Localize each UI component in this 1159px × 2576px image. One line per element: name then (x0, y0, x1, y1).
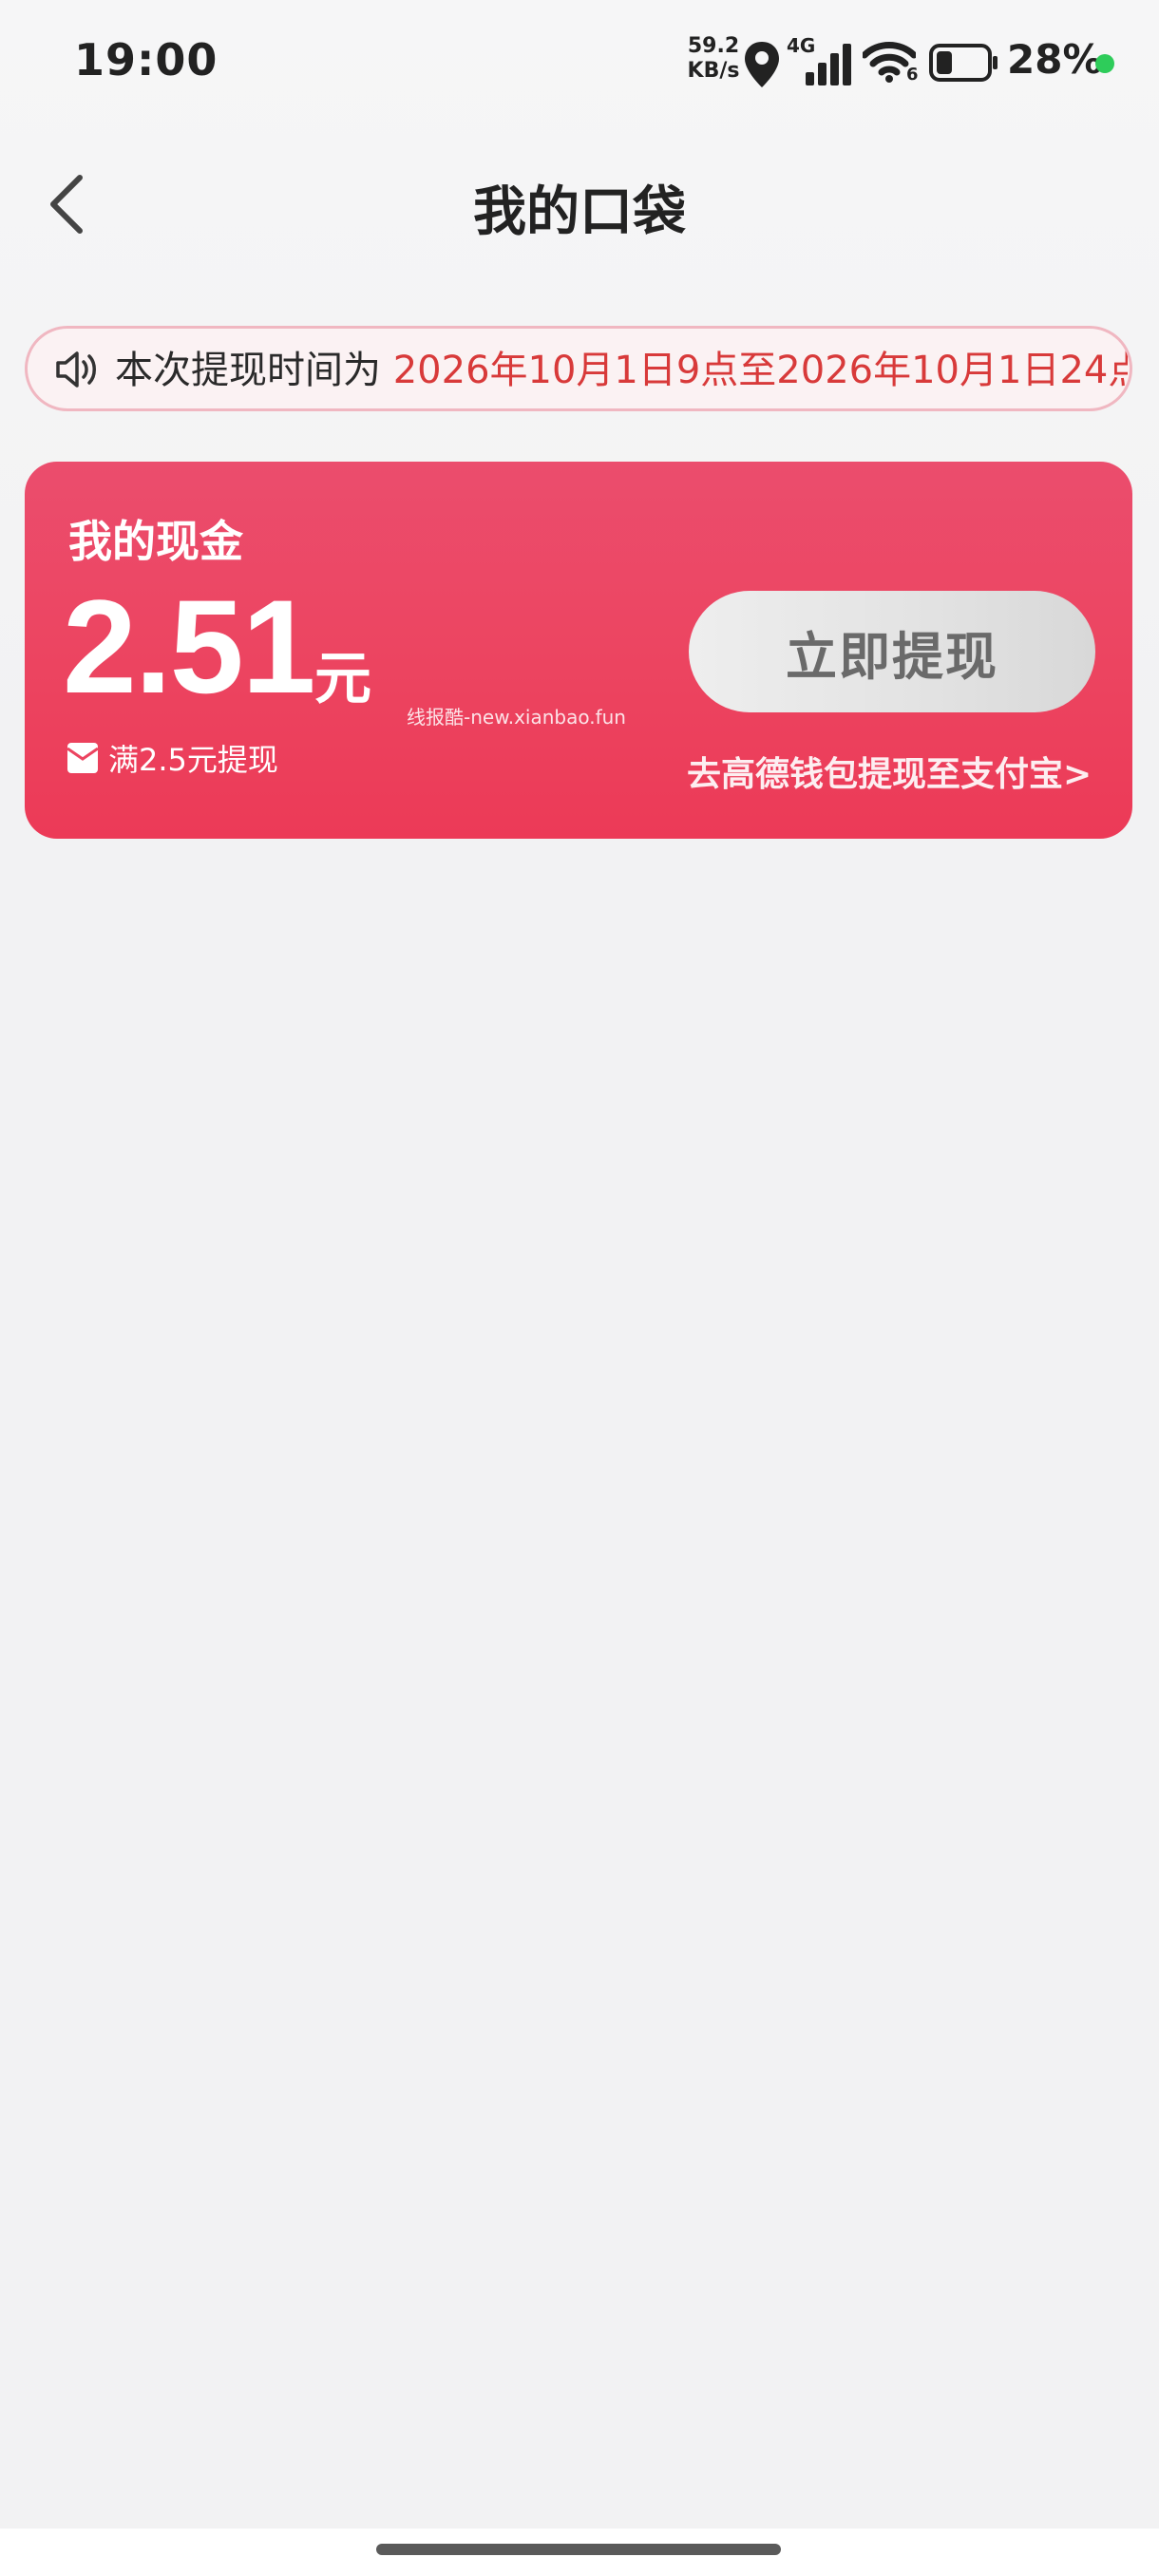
min-withdraw-text: 满2.5元提现 (108, 742, 278, 778)
network-speed: 59.2 KB/s (680, 34, 747, 84)
network-speed-value: 59.2 (687, 34, 740, 58)
cash-unit: 元 (314, 646, 371, 712)
red-envelope-icon (66, 743, 99, 773)
cash-card: 我的现金 2.51 元 线报酷-new.xianbao.fun 满2.5元提现 … (25, 462, 1132, 839)
cell-signal: 4G (787, 34, 855, 87)
min-withdraw-hint: 满2.5元提现 (66, 737, 278, 779)
watermark-text: 线报酷-new.xianbao.fun (407, 706, 626, 729)
cell-signal-icon (806, 44, 851, 85)
withdraw-now-button[interactable]: 立即提现 (689, 591, 1095, 712)
cash-card-title: 我的现金 (68, 516, 243, 567)
battery-icon (929, 44, 998, 82)
wifi: 6 (861, 40, 920, 87)
wifi-badge: 6 (906, 65, 919, 85)
page: 19:00 59.2 KB/s 4G 6 28% 我的口袋 本次提现时间为 20… (0, 0, 1159, 2576)
speaker-icon (56, 351, 96, 388)
status-bar: 19:00 59.2 KB/s 4G 6 28% (0, 0, 1159, 123)
withdraw-to-alipay-link[interactable]: 去高德钱包提现至支付宝> (687, 747, 1092, 796)
gesture-bar (0, 2529, 1159, 2576)
battery-status-dot (1095, 54, 1114, 73)
home-indicator[interactable] (376, 2544, 781, 2555)
location-icon (745, 42, 779, 87)
network-speed-unit: KB/s (687, 59, 740, 83)
cash-amount: 2.51 (63, 572, 315, 721)
status-time: 19:00 (74, 34, 218, 85)
notice-time-range: 2026年10月1日9点至2026年10月1日24点 (392, 349, 1128, 392)
withdraw-notice-banner: 本次提现时间为 2026年10月1日9点至2026年10月1日24点 (25, 326, 1132, 411)
page-title: 我的口袋 (473, 181, 686, 243)
notice-text: 本次提现时间为 2026年10月1日9点至2026年10月1日24点 (115, 348, 1128, 393)
notice-prefix: 本次提现时间为 (115, 349, 381, 392)
nav-bar: 我的口袋 (0, 142, 1159, 266)
battery-percent: 28% (1007, 36, 1103, 83)
